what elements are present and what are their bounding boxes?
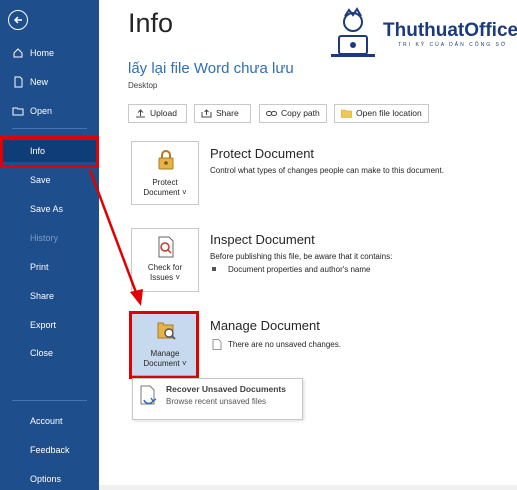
status-bar-strip (99, 485, 517, 490)
annotation-arrow (88, 169, 143, 306)
